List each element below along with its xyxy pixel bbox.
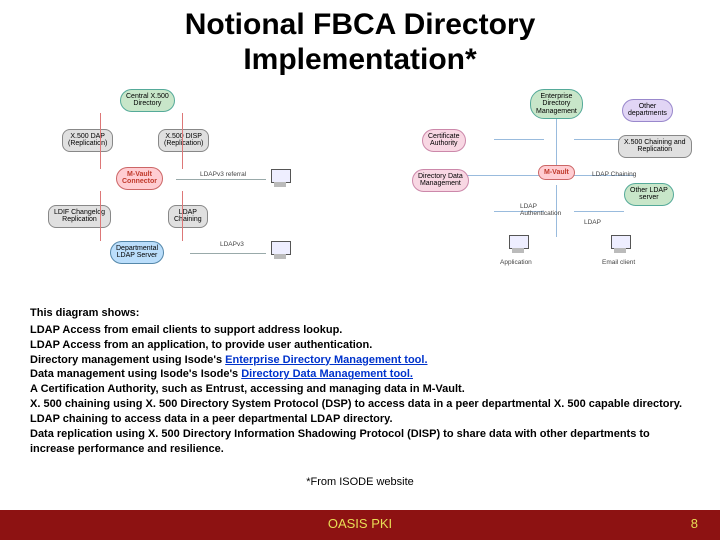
label-ldap-chaining: LDAP Chaining [592,171,636,178]
label-ldapv3: LDAPv3 [220,241,244,248]
node-ldif-changelog: LDIF ChangelogReplication [48,205,111,228]
node-other-ldap: Other LDAPserver [624,183,674,206]
footer-bar: OASIS PKI 8 [0,510,720,540]
node-x500-disp: X.500 DISP(Replication) [158,129,209,152]
link-edm[interactable]: Enterprise Directory Management tool. [225,354,427,366]
node-enterprise-dir-mgmt: EnterpriseDirectoryManagement [530,89,583,119]
computer-icon [608,235,632,255]
body-item: Data replication using X. 500 Directory … [30,427,690,457]
diagram-left: Central X.500Directory X.500 DAP(Replica… [0,83,360,283]
computer-icon [268,169,292,189]
computer-icon [268,241,292,261]
label-ldap-auth: LDAPAuthentication [520,203,561,217]
page-number: 8 [691,516,698,531]
node-x500-chain: X.500 Chaining andReplication [618,135,692,158]
node-other-depts: Otherdepartments [622,99,673,122]
title-line-2: Implementation* [243,43,476,76]
node-dir-data-mgmt: Directory DataManagement [412,169,469,192]
label-ldap: LDAP [584,219,601,226]
label-application: Application [500,259,532,266]
body-item: LDAP Access from an application, to prov… [30,338,690,353]
node-mvault: M-Vault [538,165,575,180]
attribution: *From ISODE website [0,476,720,488]
label-email-client: Email client [602,259,635,266]
computer-icon [506,235,530,255]
body-item: LDAP Access from email clients to suppor… [30,323,690,338]
node-cert-authority: CertificateAuthority [422,129,466,152]
body-lead: This diagram shows: [30,306,690,321]
title-line-1: Notional FBCA Directory [185,8,536,41]
slide-title: Notional FBCA Directory Implementation* [0,0,720,77]
node-mvault-connector: M-VaultConnector [116,167,163,190]
link-ddm[interactable]: Directory Data Management tool. [241,368,413,380]
body-text: This diagram shows: LDAP Access from ema… [30,306,690,456]
node-departmental-ldap: DepartmentalLDAP Server [110,241,164,264]
node-ldap-chaining: LDAPChaining [168,205,208,228]
label-ldap-referral: LDAPv3 referral [200,171,246,178]
diagram-right: CertificateAuthority EnterpriseDirectory… [360,83,720,283]
body-item: Directory management using Isode's Enter… [30,353,690,368]
footer-label: OASIS PKI [0,516,720,531]
body-item: X. 500 chaining using X. 500 Directory S… [30,397,690,412]
body-item: LDAP chaining to access data in a peer d… [30,412,690,427]
diagram-area: Central X.500Directory X.500 DAP(Replica… [0,83,720,283]
body-item: Data management using Isode's Isode's Di… [30,367,690,382]
node-central-x500: Central X.500Directory [120,89,175,112]
node-x500-dap: X.500 DAP(Replication) [62,129,113,152]
body-item: A Certification Authority, such as Entru… [30,382,690,397]
